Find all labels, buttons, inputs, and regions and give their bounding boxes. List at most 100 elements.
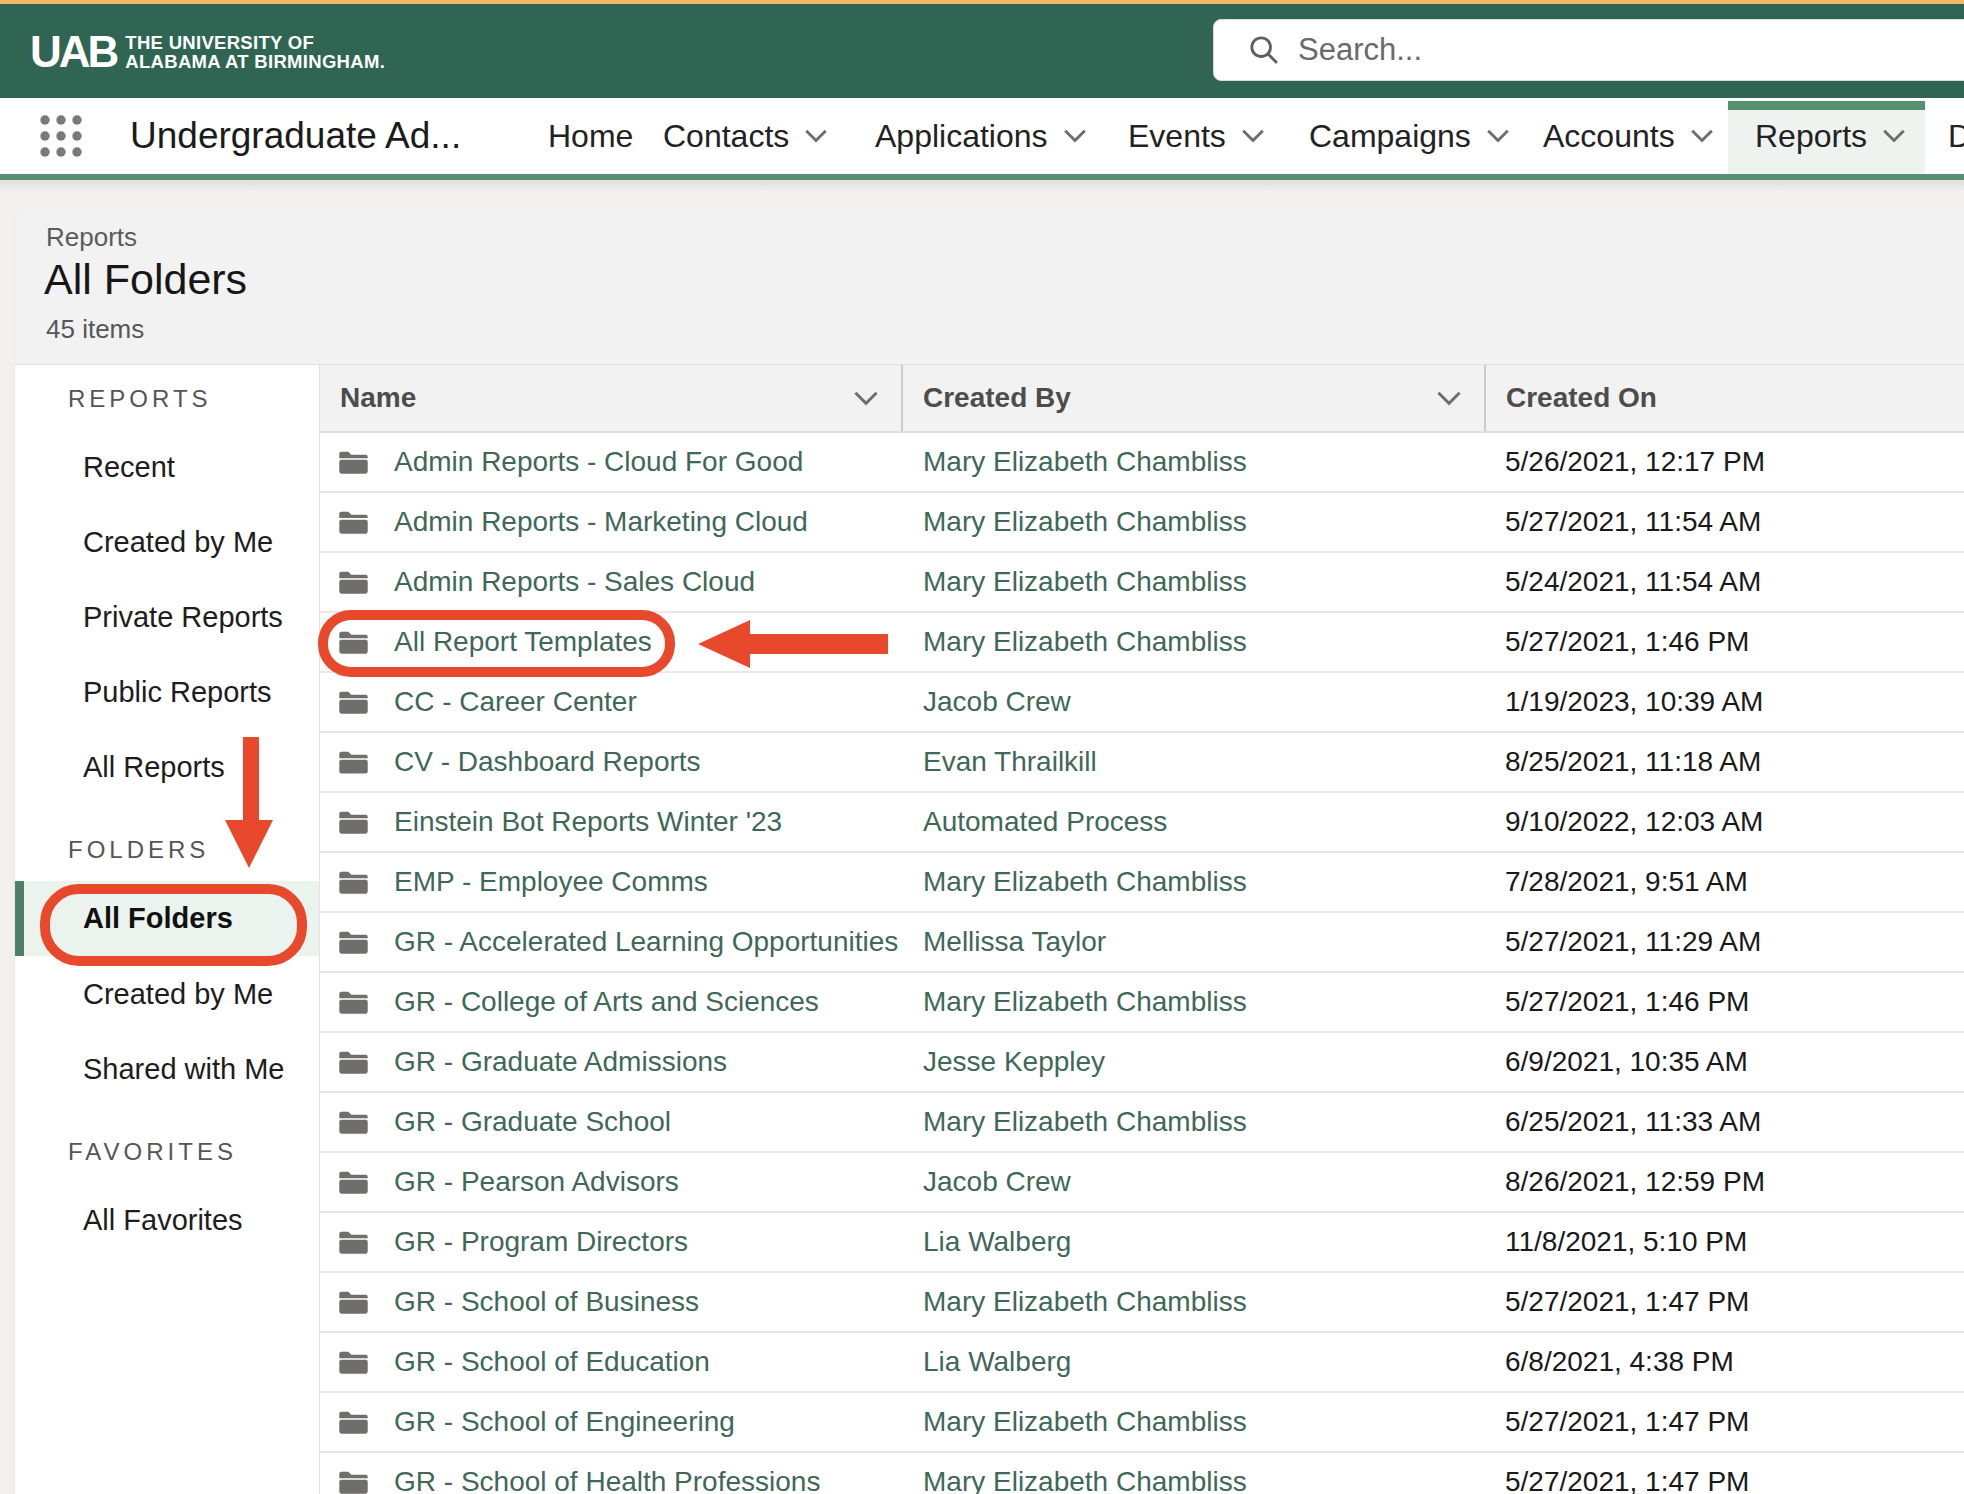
folder-name-link[interactable]: Admin Reports - Sales Cloud [394,566,755,598]
folder-name-link[interactable]: CC - Career Center [394,686,637,718]
folder-name-link[interactable]: Einstein Bot Reports Winter '23 [394,806,782,838]
folder-name-link[interactable]: GR - Pearson Advisors [394,1166,679,1198]
sidebar-item-public-reports[interactable]: Public Reports [83,669,319,715]
column-header-created-on[interactable]: Created On [1486,365,1964,431]
nav-tab-campaigns[interactable]: Campaigns [1309,98,1510,174]
created-by-link[interactable]: Evan Thrailkill [923,746,1097,778]
created-by-link[interactable]: Mary Elizabeth Chambliss [923,1466,1247,1494]
table-row[interactable]: Einstein Bot Reports Winter '23 Automate… [320,793,1964,853]
folder-name-link[interactable]: Admin Reports - Cloud For Good [394,446,803,478]
sidebar-item-folders-created-by-me[interactable]: Created by Me [83,971,319,1017]
folder-name-link[interactable]: GR - School of Engineering [394,1406,735,1438]
nav-tab-home[interactable]: Home [548,98,633,174]
created-by-link[interactable]: Jacob Crew [923,1166,1071,1198]
column-header-created-by[interactable]: Created By [903,365,1486,431]
page-content: Reports All Folders 45 items REPORTS Rec… [0,180,1964,1494]
folder-name-link[interactable]: GR - Accelerated Learning Opportunities [394,926,898,958]
table-row[interactable]: Admin Reports - Cloud For Good Mary Eliz… [320,433,1964,493]
table-row[interactable]: Admin Reports - Marketing Cloud Mary Eli… [320,493,1964,553]
created-on-value: 8/26/2021, 12:59 PM [1505,1166,1765,1198]
nav-tab-applications[interactable]: Applications [875,98,1087,174]
created-on-value: 7/28/2021, 9:51 AM [1505,866,1748,898]
sidebar-item-all-favorites[interactable]: All Favorites [83,1197,319,1243]
sidebar-item-all-reports[interactable]: All Reports [83,744,319,790]
created-by-link[interactable]: Automated Process [923,806,1167,838]
chevron-down-icon [804,129,828,143]
table-row[interactable]: GR - Graduate School Mary Elizabeth Cham… [320,1093,1964,1153]
table-row[interactable]: EMP - Employee Comms Mary Elizabeth Cham… [320,853,1964,913]
nav-tab-reports[interactable]: Reports [1755,98,1906,174]
created-on-value: 11/8/2021, 5:10 PM [1505,1226,1747,1258]
table-row[interactable]: GR - Graduate Admissions Jesse Keppley 6… [320,1033,1964,1093]
sidebar-item-created-by-me[interactable]: Created by Me [83,519,319,565]
folder-name-link[interactable]: GR - School of Business [394,1286,699,1318]
table-row[interactable]: GR - Program Directors Lia Walberg 11/8/… [320,1213,1964,1273]
table-row[interactable]: GR - Accelerated Learning Opportunities … [320,913,1964,973]
table-row[interactable]: CC - Career Center Jacob Crew 1/19/2023,… [320,673,1964,733]
nav-tab-accounts[interactable]: Accounts [1543,98,1714,174]
sidebar-item-private-reports[interactable]: Private Reports [83,594,319,640]
created-by-link[interactable]: Mary Elizabeth Chambliss [923,566,1247,598]
folder-name-link[interactable]: GR - Graduate School [394,1106,671,1138]
folder-name-link[interactable]: GR - Graduate Admissions [394,1046,727,1078]
folder-icon [338,929,369,955]
column-header-name[interactable]: Name [320,365,903,431]
chevron-down-icon[interactable] [853,391,879,406]
created-by-link[interactable]: Mary Elizabeth Chambliss [923,446,1247,478]
chevron-down-icon [1690,129,1714,143]
created-by-link[interactable]: Mary Elizabeth Chambliss [923,866,1247,898]
folder-name-link[interactable]: CV - Dashboard Reports [394,746,701,778]
created-by-link[interactable]: Jesse Keppley [923,1046,1105,1078]
folder-icon [338,1289,369,1315]
folder-name-link[interactable]: All Report Templates [394,626,652,658]
created-by-link[interactable]: Lia Walberg [923,1346,1071,1378]
created-by-link[interactable]: Lia Walberg [923,1226,1071,1258]
created-on-value: 6/25/2021, 11:33 AM [1505,1106,1761,1138]
nav-tab-events[interactable]: Events [1128,98,1265,174]
created-by-link[interactable]: Mary Elizabeth Chambliss [923,626,1247,658]
folder-icon [338,1169,369,1195]
table-row[interactable]: Admin Reports - Sales Cloud Mary Elizabe… [320,553,1964,613]
folder-name-link[interactable]: Admin Reports - Marketing Cloud [394,506,808,538]
sidebar-item-recent[interactable]: Recent [83,444,319,490]
table-row[interactable]: GR - Pearson Advisors Jacob Crew 8/26/20… [320,1153,1964,1213]
page-title: All Folders [44,255,247,304]
table-row[interactable]: GR - School of Health Professions Mary E… [320,1453,1964,1494]
table-row[interactable]: GR - College of Arts and Sciences Mary E… [320,973,1964,1033]
search-icon [1247,33,1281,67]
created-on-value: 5/24/2021, 11:54 AM [1505,566,1761,598]
created-by-link[interactable]: Mary Elizabeth Chambliss [923,1286,1247,1318]
chevron-down-icon[interactable] [1436,391,1462,406]
created-by-link[interactable]: Mellissa Taylor [923,926,1106,958]
uab-logo-mark: UAB [30,32,116,72]
created-by-link[interactable]: Mary Elizabeth Chambliss [923,1406,1247,1438]
app-name: Undergraduate Ad... [130,115,461,157]
created-by-link[interactable]: Mary Elizabeth Chambliss [923,506,1247,538]
sidebar-item-all-folders[interactable]: All Folders [15,881,319,956]
table-row[interactable]: GR - School of Business Mary Elizabeth C… [320,1273,1964,1333]
table-row[interactable]: CV - Dashboard Reports Evan Thrailkill 8… [320,733,1964,793]
folder-name-link[interactable]: GR - School of Health Professions [394,1466,820,1494]
nav-tab-contacts[interactable]: Contacts [663,98,828,174]
created-by-link[interactable]: Jacob Crew [923,686,1071,718]
folder-icon [338,869,369,895]
sidebar-item-shared-with-me[interactable]: Shared with Me [83,1046,319,1092]
created-by-link[interactable]: Mary Elizabeth Chambliss [923,986,1247,1018]
folder-name-link[interactable]: GR - College of Arts and Sciences [394,986,819,1018]
app-launcher-icon[interactable] [40,115,82,157]
table-row[interactable]: GR - School of Education Lia Walberg 6/8… [320,1333,1964,1393]
created-on-value: 9/10/2022, 12:03 AM [1505,806,1763,838]
folder-name-link[interactable]: GR - School of Education [394,1346,710,1378]
created-by-link[interactable]: Mary Elizabeth Chambliss [923,1106,1247,1138]
table-row[interactable]: GR - School of Engineering Mary Elizabet… [320,1393,1964,1453]
nav-tab-dashboards[interactable]: D [1948,98,1964,174]
table-body: Admin Reports - Cloud For Good Mary Eliz… [320,433,1964,1494]
folder-name-link[interactable]: GR - Program Directors [394,1226,688,1258]
global-search-input[interactable]: Search... [1213,19,1964,81]
sidebar-section-favorites: FAVORITES [68,1136,319,1168]
table-row[interactable]: All Report Templates Mary Elizabeth Cham… [320,613,1964,673]
created-on-value: 5/27/2021, 1:47 PM [1505,1466,1749,1494]
folder-name-link[interactable]: EMP - Employee Comms [394,866,708,898]
folder-icon [338,1049,369,1075]
page-header: Reports All Folders 45 items [15,208,1964,365]
